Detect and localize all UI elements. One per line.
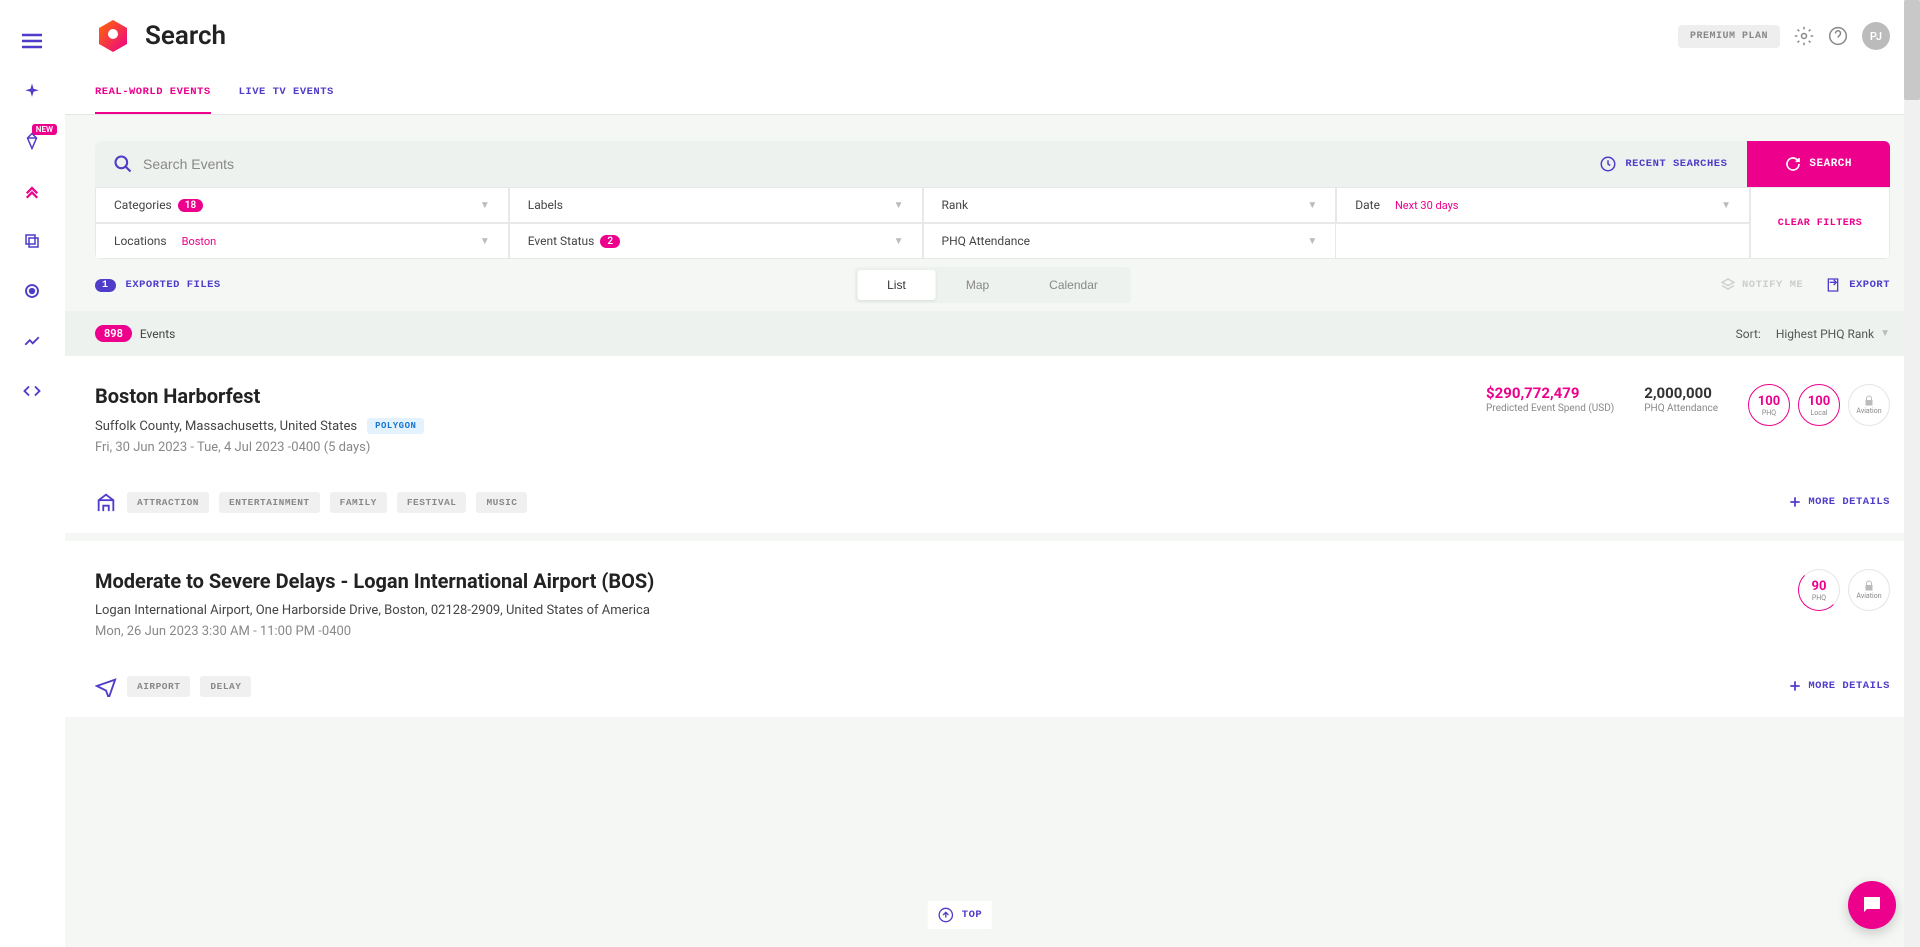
filter-rank[interactable]: Rank ▼: [923, 187, 1337, 223]
attendance-label: PHQ Attendance: [1644, 402, 1718, 415]
filter-categories[interactable]: Categories18 ▼: [95, 187, 509, 223]
event-card: Moderate to Severe Delays - Logan Intern…: [65, 541, 1920, 725]
scrollbar-thumb[interactable]: [1904, 0, 1920, 100]
export-button[interactable]: EXPORT: [1825, 277, 1890, 293]
more-details-button[interactable]: MORE DETAILS: [1788, 679, 1890, 693]
hamburger-menu-icon[interactable]: [21, 30, 43, 52]
filter-phq-attendance[interactable]: PHQ Attendance ▼: [923, 223, 1337, 259]
aviation-score-badge: Aviation: [1848, 384, 1890, 426]
search-icon: [113, 154, 133, 174]
predicted-spend-label: Predicted Event Spend (USD): [1486, 402, 1614, 415]
view-map-button[interactable]: Map: [936, 270, 1019, 300]
event-location: Suffolk County, Massachusetts, United St…: [95, 418, 1486, 434]
predicted-spend-value: $290,772,479: [1486, 384, 1614, 402]
phq-score-badge: 90PHQ: [1798, 569, 1840, 611]
exported-files-button[interactable]: 1 EXPORTED FILES: [95, 279, 221, 292]
festival-category-icon: [95, 491, 117, 513]
more-details-button[interactable]: MORE DETAILS: [1788, 495, 1890, 509]
filter-event-status[interactable]: Event Status2 ▼: [509, 223, 923, 259]
chevron-down-icon: ▼: [480, 236, 490, 247]
clock-icon: [1599, 155, 1617, 173]
layers-icon: [1720, 277, 1736, 293]
tag: FESTIVAL: [397, 492, 467, 513]
event-title: Boston Harborfest: [95, 384, 1486, 408]
sidebar: NEW: [0, 0, 65, 947]
double-chevron-up-icon[interactable]: [21, 180, 43, 202]
tabs: REAL-WORLD EVENTS LIVE TV EVENTS: [65, 72, 1920, 115]
results-count-badge: 898: [95, 325, 132, 342]
premium-plan-button[interactable]: PREMIUM PLAN: [1678, 25, 1780, 48]
filters-grid: Categories18 ▼ Labels ▼ Rank ▼ Date Next…: [95, 187, 1890, 259]
app-logo-icon: [95, 18, 131, 54]
main-content: Search PREMIUM PLAN PJ REAL-WORLD EVENTS…: [65, 0, 1920, 947]
chevron-down-icon: ▼: [1307, 200, 1317, 211]
tag: DELAY: [200, 676, 251, 697]
chevron-down-icon: ▼: [480, 200, 490, 211]
phq-score-badge: 100PHQ: [1748, 384, 1790, 426]
target-icon[interactable]: [21, 280, 43, 302]
chevron-down-icon: ▼: [1721, 200, 1731, 211]
tag: AIRPORT: [127, 676, 190, 697]
lock-icon: [1863, 395, 1875, 407]
search-button[interactable]: SEARCH: [1747, 141, 1890, 187]
new-badge: NEW: [32, 124, 57, 135]
chevron-down-icon: ▼: [894, 236, 904, 247]
event-date: Mon, 26 Jun 2023 3:30 AM - 11:00 PM -040…: [95, 624, 1798, 639]
view-calendar-button[interactable]: Calendar: [1019, 270, 1128, 300]
scrollbar[interactable]: [1904, 0, 1920, 947]
gear-icon[interactable]: [1794, 26, 1814, 46]
user-avatar[interactable]: PJ: [1862, 22, 1890, 50]
tag: FAMILY: [330, 492, 387, 513]
plus-icon: [1788, 495, 1802, 509]
event-date: Fri, 30 Jun 2023 - Tue, 4 Jul 2023 -0400…: [95, 440, 1486, 455]
filter-locations[interactable]: Locations Boston ▼: [95, 223, 509, 259]
tag: MUSIC: [476, 492, 527, 513]
view-list-button[interactable]: List: [857, 270, 936, 300]
chat-button[interactable]: [1848, 881, 1896, 929]
attendance-value: 2,000,000: [1644, 384, 1718, 402]
scroll-top-button[interactable]: TOP: [928, 901, 992, 929]
sparkle-icon[interactable]: [21, 80, 43, 102]
search-input[interactable]: [143, 156, 1561, 172]
clear-filters-button[interactable]: CLEAR FILTERS: [1750, 187, 1890, 259]
local-score-badge: 100Local: [1798, 384, 1840, 426]
filter-date[interactable]: Date Next 30 days ▼: [1336, 187, 1750, 223]
tag: ENTERTAINMENT: [219, 492, 320, 513]
search-panel: RECENT SEARCHES SEARCH Categories18 ▼ La…: [95, 141, 1890, 259]
chevron-down-icon: ▼: [894, 200, 904, 211]
event-title: Moderate to Severe Delays - Logan Intern…: [95, 569, 1798, 593]
filter-empty: [1336, 223, 1750, 259]
event-location: Logan International Airport, One Harbors…: [95, 603, 1798, 618]
filter-labels[interactable]: Labels ▼: [509, 187, 923, 223]
toolbar: 1 EXPORTED FILES List Map Calendar NOTIF…: [95, 259, 1890, 311]
help-icon[interactable]: [1828, 26, 1848, 46]
aviation-score-badge: Aviation: [1848, 569, 1890, 611]
code-icon[interactable]: [21, 380, 43, 402]
event-card: Boston Harborfest Suffolk County, Massac…: [65, 356, 1920, 541]
plus-icon: [1788, 679, 1802, 693]
page-title: Search: [145, 21, 226, 51]
chevron-down-icon: ▼: [1307, 236, 1317, 247]
chart-line-icon[interactable]: [21, 330, 43, 352]
tab-live-tv-events[interactable]: LIVE TV EVENTS: [239, 86, 334, 114]
sort-dropdown[interactable]: Sort: Highest PHQ Rank ▼: [1736, 327, 1890, 341]
recent-searches-button[interactable]: RECENT SEARCHES: [1579, 141, 1747, 187]
arrow-up-circle-icon: [938, 907, 954, 923]
polygon-tag: POLYGON: [367, 418, 424, 434]
view-toggle: List Map Calendar: [854, 267, 1131, 303]
chevron-down-icon: ▼: [1880, 328, 1890, 339]
chat-icon: [1860, 893, 1884, 917]
tag: ATTRACTION: [127, 492, 209, 513]
tab-real-world-events[interactable]: REAL-WORLD EVENTS: [95, 86, 211, 114]
lock-icon: [1863, 580, 1875, 592]
header: Search PREMIUM PLAN PJ: [65, 0, 1920, 72]
results-header: 898 Events Sort: Highest PHQ Rank ▼: [65, 311, 1920, 356]
export-icon: [1825, 277, 1841, 293]
copy-icon[interactable]: [21, 230, 43, 252]
refresh-icon: [1785, 156, 1801, 172]
notify-me-button[interactable]: NOTIFY ME: [1720, 277, 1803, 293]
diamond-icon[interactable]: NEW: [21, 130, 43, 152]
airport-category-icon: [95, 675, 117, 697]
